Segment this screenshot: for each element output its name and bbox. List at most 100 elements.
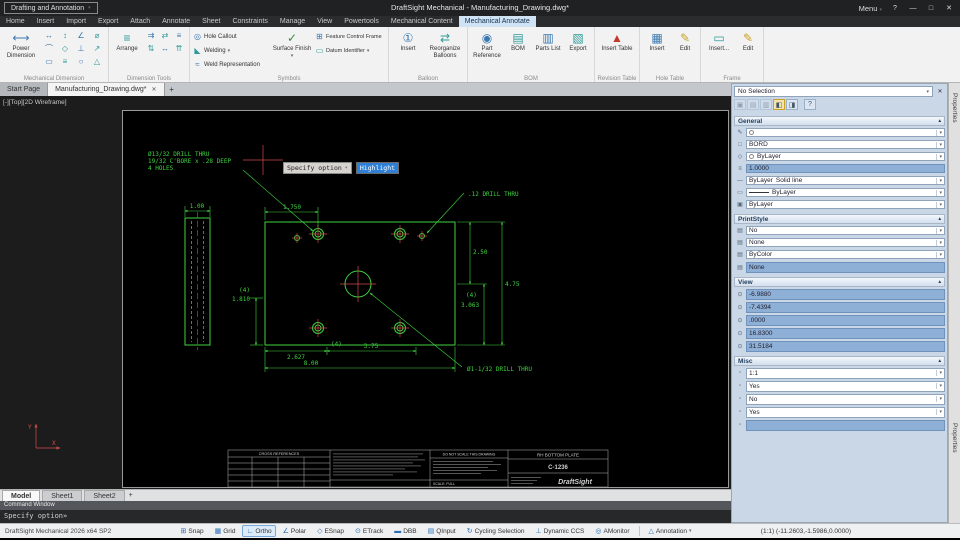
printstyle-field[interactable]: No ▾	[746, 226, 945, 235]
toggle-snap[interactable]: ⊞ Snap	[177, 525, 208, 537]
edit-hole-table-button[interactable]: ✎ Edit	[673, 29, 697, 53]
dimension-tool-icon[interactable]: ↗	[89, 42, 105, 55]
properties-tool-button[interactable]: ◧	[773, 99, 785, 110]
dimension-tool-icon[interactable]: △	[89, 55, 105, 68]
printstyle-table-field[interactable]: None ▾	[746, 238, 945, 247]
view-height-field[interactable]: 16.8300	[746, 327, 945, 339]
toggle-grid[interactable]: ▦ Grid	[211, 525, 240, 537]
tab-manufacturing-drawing[interactable]: Manufacturing_Drawing.dwg* ✕	[48, 83, 165, 96]
dimension-tool-icon[interactable]: ↕	[57, 29, 73, 42]
tab-mechanical-content[interactable]: Mechanical Content	[385, 16, 459, 27]
tab-mechanical-annotate[interactable]: Mechanical Annotate	[458, 16, 536, 27]
workspace-selector[interactable]: Drafting and Annotation ▾	[4, 2, 98, 14]
dimension-tool-icon[interactable]: ◇	[57, 42, 73, 55]
tab-constraints[interactable]: Constraints	[226, 16, 273, 27]
tab-view[interactable]: View	[311, 16, 338, 27]
balloon-insert-button[interactable]: ① Insert	[392, 29, 424, 53]
close-panel-icon[interactable]: ✕	[935, 88, 945, 95]
surface-finish-button[interactable]: ✓ Surface Finish ▾	[271, 29, 313, 59]
transparency-field[interactable]: ByLayer ▾	[746, 200, 945, 209]
dimension-tool-icon[interactable]: ≡	[57, 55, 73, 68]
arrange-tool-icon[interactable]: ⇉	[144, 29, 158, 42]
section-header-misc[interactable]: Misc ▴	[734, 356, 945, 366]
weld-representation-button[interactable]: ≈ Weld Representation	[193, 58, 269, 71]
tab-start-page[interactable]: Start Page	[0, 83, 49, 96]
part-reference-button[interactable]: ◉ Part Reference	[471, 29, 503, 59]
properties-tool-button[interactable]: ▣	[734, 99, 746, 110]
properties-tab[interactable]: Properties	[951, 93, 958, 123]
tab-sheet[interactable]: Sheet	[196, 16, 226, 27]
linescale-field[interactable]: 1.0000	[746, 164, 945, 173]
linecolor-field[interactable]: ByLayer ▾	[746, 152, 945, 161]
insert-revision-table-button[interactable]: ▲ Insert Table	[598, 29, 636, 53]
command-window-header[interactable]: Command Window	[0, 501, 731, 510]
tab-sheet1[interactable]: Sheet1	[42, 490, 83, 501]
properties-help-button[interactable]: ?	[804, 99, 816, 110]
help-button[interactable]: ?	[890, 5, 900, 12]
toggle-ortho[interactable]: ∟ Ortho	[242, 525, 276, 537]
layer-field[interactable]: BORD ▾	[746, 140, 945, 149]
toggle-polar[interactable]: ∠ Polar	[279, 525, 310, 537]
close-tab-icon[interactable]: ✕	[152, 86, 157, 93]
misc-selected-field[interactable]	[746, 419, 945, 431]
toggle-dynamic-ccs[interactable]: ⊥ Dynamic CCS	[531, 525, 588, 537]
hole-callout-button[interactable]: ◎ Hole Callout	[193, 30, 269, 43]
export-button[interactable]: ▧ Export	[565, 29, 591, 53]
tab-home[interactable]: Home	[0, 16, 31, 27]
color-field[interactable]: ▾	[746, 128, 945, 137]
view-center-y-field[interactable]: -7.4394	[746, 301, 945, 313]
arrange-tool-icon[interactable]: ↔	[158, 42, 172, 55]
printstyle-assigned-field[interactable]: None	[746, 261, 945, 273]
misc-field[interactable]: Yes ▾	[746, 406, 945, 418]
dimension-tool-icon[interactable]: ↔	[41, 29, 57, 42]
misc-field[interactable]: Yes ▾	[746, 380, 945, 392]
section-header-printstyle[interactable]: PrintStyle ▴	[734, 214, 945, 224]
tab-insert[interactable]: Insert	[31, 16, 61, 27]
insert-frame-button[interactable]: ▭ Insert...	[704, 29, 734, 53]
lineweight-field[interactable]: ByLayer ▾	[746, 188, 945, 197]
add-sheet-button[interactable]: +	[125, 490, 137, 501]
bom-button[interactable]: ▤ BOM	[505, 29, 531, 53]
arrange-tool-icon[interactable]: ⇄	[158, 29, 172, 42]
arrange-tool-icon[interactable]: ⇈	[172, 42, 186, 55]
selection-combobox[interactable]: No Selection ▾	[734, 86, 933, 97]
parts-list-button[interactable]: ▥ Parts List	[533, 29, 563, 53]
tab-model[interactable]: Model	[2, 490, 41, 501]
properties-tool-button[interactable]: ◨	[786, 99, 798, 110]
arrange-tool-icon[interactable]: ≡	[172, 29, 186, 42]
reorganize-balloons-button[interactable]: ⇄ Reorganize Balloons	[426, 29, 464, 59]
tab-sheet2[interactable]: Sheet2	[84, 490, 125, 501]
arrange-tool-icon[interactable]: ⇅	[144, 42, 158, 55]
dimension-tool-icon[interactable]: ∠	[73, 29, 89, 42]
edit-frame-button[interactable]: ✎ Edit	[736, 29, 760, 53]
welding-button[interactable]: ◣ Welding ▾	[193, 44, 269, 57]
view-width-field[interactable]: 31.5184	[746, 340, 945, 352]
tab-export[interactable]: Export	[92, 16, 124, 27]
dimension-tool-icon[interactable]: ⊥	[73, 42, 89, 55]
datum-identifier-button[interactable]: ▭ Datum Identifier ▾	[315, 44, 385, 57]
tab-import[interactable]: Import	[60, 16, 92, 27]
arrange-button[interactable]: ≡ Arrange	[112, 29, 142, 53]
toggle-cycling-selection[interactable]: ↻ Cycling Selection	[463, 525, 529, 537]
toggle-amonitor[interactable]: ◎ AMonitor	[591, 525, 633, 537]
toggle-qinput[interactable]: ▤ QInput	[424, 525, 460, 537]
tab-annotate[interactable]: Annotate	[156, 16, 196, 27]
drawing-viewport[interactable]: [-][Top][2D Wireframe] 1.00 1.750 2.50 (…	[0, 96, 731, 489]
specify-option-button[interactable]: Specify option ▾	[283, 162, 352, 174]
viewport-controls[interactable]: [-][Top][2D Wireframe]	[3, 99, 67, 106]
toggle-etrack[interactable]: ⊙ ETrack	[351, 525, 387, 537]
close-button[interactable]: ✕	[944, 4, 954, 12]
dimension-tool-icon[interactable]: ▭	[41, 55, 57, 68]
new-tab-button[interactable]: +	[165, 83, 179, 96]
annotation-scale-field[interactable]: 1:1 ▾	[746, 367, 945, 379]
properties-tool-button[interactable]: ▥	[760, 99, 772, 110]
drawing-canvas[interactable]: [-][Top][2D Wireframe] 1.00 1.750 2.50 (…	[0, 96, 731, 489]
minimize-button[interactable]: —	[908, 5, 918, 12]
printstyle-mode-field[interactable]: ByColor ▾	[746, 250, 945, 259]
command-input[interactable]: Specify option»	[0, 510, 731, 523]
menu-button[interactable]: Menu ▾	[859, 4, 882, 13]
maximize-button[interactable]: □	[926, 5, 936, 12]
insert-hole-table-button[interactable]: ▦ Insert	[643, 29, 671, 53]
power-dimension-button[interactable]: ⟷ Power Dimension	[3, 29, 39, 59]
feature-control-frame-button[interactable]: ⊞ Feature Control Frame	[315, 30, 385, 43]
